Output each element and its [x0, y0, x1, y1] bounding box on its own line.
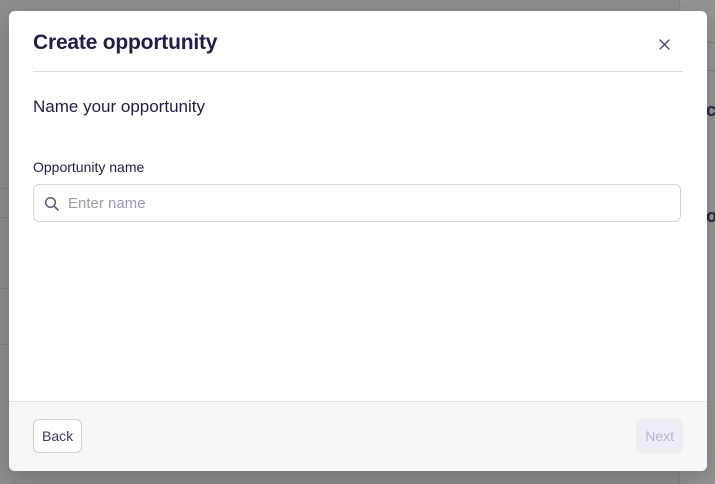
- section-heading: Name your opportunity: [33, 97, 205, 116]
- back-button[interactable]: Back: [33, 419, 83, 453]
- opportunity-name-field[interactable]: [33, 184, 681, 222]
- dialog-header: Create opportunity: [33, 11, 683, 72]
- search-icon: [44, 196, 59, 211]
- next-button[interactable]: Next: [636, 419, 683, 453]
- dialog-title: Create opportunity: [33, 31, 218, 54]
- close-button[interactable]: [655, 35, 673, 53]
- opportunity-name-input[interactable]: [68, 185, 668, 221]
- close-icon: [658, 38, 670, 50]
- create-opportunity-dialog: Create opportunity Name your opportunity…: [9, 11, 707, 471]
- opportunity-name-label: Opportunity name: [33, 159, 145, 175]
- dialog-footer: Back Next: [9, 401, 707, 471]
